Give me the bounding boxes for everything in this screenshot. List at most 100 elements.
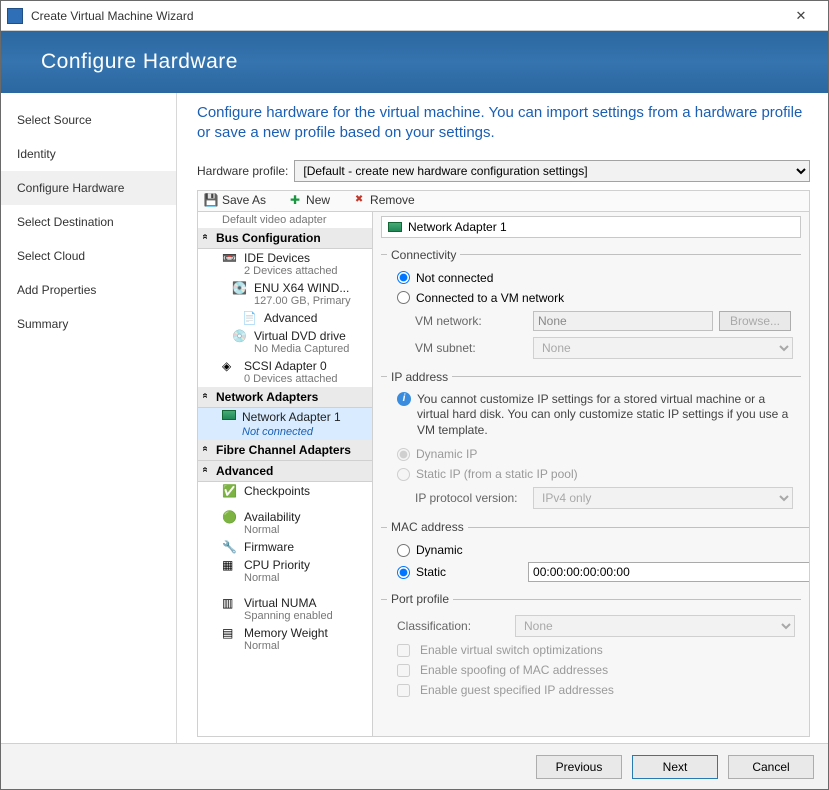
nic-icon [388,222,402,232]
save-as-label: Save As [222,193,266,207]
tree-availability[interactable]: 🟢 AvailabilityNormal [198,500,372,538]
vm-subnet-label: VM subnet: [415,341,527,355]
hardware-profile-select[interactable]: [Default - create new hardware configura… [294,160,810,182]
radio-not-connected-input[interactable] [397,271,410,284]
step-identity[interactable]: Identity [1,137,176,171]
numa-icon: ▥ [222,596,238,608]
vm-subnet-select: None [533,337,793,359]
radio-mac-static[interactable]: Static [387,560,809,584]
title-bar: Create Virtual Machine Wizard ✕ [1,1,828,31]
radio-mac-dynamic[interactable]: Dynamic [387,540,809,560]
previous-button[interactable]: Previous [536,755,622,779]
radio-mac-static-label: Static [416,565,446,579]
tree-scsi[interactable]: ◈ SCSI Adapter 00 Devices attached [198,357,372,387]
tree-group-network[interactable]: Network Adapters [198,387,372,408]
vm-network-field [533,311,713,331]
cancel-button[interactable]: Cancel [728,755,814,779]
page-description: Configure hardware for the virtual machi… [197,103,810,144]
radio-dynamic-ip: Dynamic IP [387,444,801,464]
radio-dynamic-ip-label: Dynamic IP [416,447,477,461]
details-title: Network Adapter 1 [408,220,507,234]
tree-ide-devices[interactable]: 📼 IDE Devices2 Devices attached [198,249,372,279]
scsi-icon: ◈ [222,359,238,371]
radio-mac-dynamic-input[interactable] [397,544,410,557]
radio-static-ip-label: Static IP (from a static IP pool) [416,467,578,481]
step-configure-hardware[interactable]: Configure Hardware [1,171,176,205]
save-icon [204,193,218,207]
tree-disk-advanced[interactable]: 📄 Advanced [198,309,372,327]
legend-connectivity: Connectivity [387,248,460,262]
group-ip: IP address i You cannot customize IP set… [381,370,801,513]
tree-group-bus[interactable]: Bus Configuration [198,228,372,249]
ip-info-row: i You cannot customize IP settings for a… [387,390,801,445]
advanced-icon: 📄 [242,311,258,323]
classification-label: Classification: [397,619,509,633]
row-classification: Classification: None [387,612,801,640]
step-summary[interactable]: Summary [1,307,176,341]
remove-label: Remove [370,193,415,207]
check-mac-spoof: Enable spoofing of MAC addresses [387,660,801,680]
remove-button[interactable]: Remove [348,193,419,207]
ide-icon: 📼 [222,251,238,263]
remove-icon [352,193,366,207]
group-mac: MAC address Dynamic Static [381,520,809,584]
content: Select Source Identity Configure Hardwar… [1,93,828,743]
radio-not-connected[interactable]: Not connected [387,268,801,288]
check-guest-ip: Enable guest specified IP addresses [387,680,801,700]
radio-connected-input[interactable] [397,291,410,304]
tree-cpu-priority[interactable]: ▦ CPU PriorityNormal [198,556,372,586]
radio-connected[interactable]: Connected to a VM network [387,288,801,308]
check-mac-spoof-input [397,664,410,677]
tree-group-advanced[interactable]: Advanced [198,461,372,482]
footer: Previous Next Cancel [1,743,828,789]
row-vm-network: VM network: Browse... [387,308,801,334]
tree-dvd[interactable]: 💿 Virtual DVD driveNo Media Captured [198,327,372,357]
group-port: Port profile Classification: None Enable… [381,592,801,700]
radio-connected-label: Connected to a VM network [416,291,564,305]
legend-ip: IP address [387,370,452,384]
legend-mac: MAC address [387,520,468,534]
tree-nic1[interactable]: Network Adapter 1Not connected [198,408,372,440]
tree-disk-enu[interactable]: 💽 ENU X64 WIND...127.00 GB, Primary [198,279,372,309]
hw-toolbar: Save As New Remove [197,190,810,212]
app-icon [7,8,23,24]
tree-firmware[interactable]: 🔧 Firmware [198,538,372,556]
plus-icon [288,193,302,207]
window-title: Create Virtual Machine Wizard [31,9,780,23]
tree-group-fc[interactable]: Fibre Channel Adapters [198,440,372,461]
mac-address-field[interactable] [528,562,809,582]
tree-memory-weight[interactable]: ▤ Memory WeightNormal [198,624,372,654]
step-select-cloud[interactable]: Select Cloud [1,239,176,273]
save-as-button[interactable]: Save As [200,193,270,207]
radio-dynamic-ip-input [397,448,410,461]
tree-vnuma[interactable]: ▥ Virtual NUMASpanning enabled [198,586,372,624]
hardware-profile-row: Hardware profile: [Default - create new … [197,160,810,182]
step-select-destination[interactable]: Select Destination [1,205,176,239]
radio-mac-static-input[interactable] [397,566,410,579]
main-pane: Configure hardware for the virtual machi… [177,93,828,743]
hardware-tree[interactable]: Default video adapter Bus Configuration … [198,212,373,736]
next-button[interactable]: Next [632,755,718,779]
ip-protocol-select: IPv4 only [533,487,793,509]
radio-not-connected-label: Not connected [416,271,493,285]
radio-static-ip-input [397,468,410,481]
step-add-properties[interactable]: Add Properties [1,273,176,307]
cpu-icon: ▦ [222,558,238,570]
step-select-source[interactable]: Select Source [1,103,176,137]
radio-static-ip: Static IP (from a static IP pool) [387,464,801,484]
new-button[interactable]: New [284,193,334,207]
ip-info-text: You cannot customize IP settings for a s… [417,392,795,439]
new-label: New [306,193,330,207]
check-mac-spoof-label: Enable spoofing of MAC addresses [420,663,608,677]
check-guest-ip-label: Enable guest specified IP addresses [420,683,614,697]
row-vm-subnet: VM subnet: None [387,334,801,362]
check-switch-opt-label: Enable virtual switch optimizations [420,643,603,657]
tree-checkpoints[interactable]: ✅ Checkpoints [198,482,372,500]
group-connectivity: Connectivity Not connected Connected to … [381,248,801,362]
close-button[interactable]: ✕ [780,6,822,26]
details-header: Network Adapter 1 [381,216,801,238]
disk-icon: 💽 [232,281,248,293]
classification-select: None [515,615,795,637]
info-icon: i [397,392,411,406]
availability-icon: 🟢 [222,510,238,522]
